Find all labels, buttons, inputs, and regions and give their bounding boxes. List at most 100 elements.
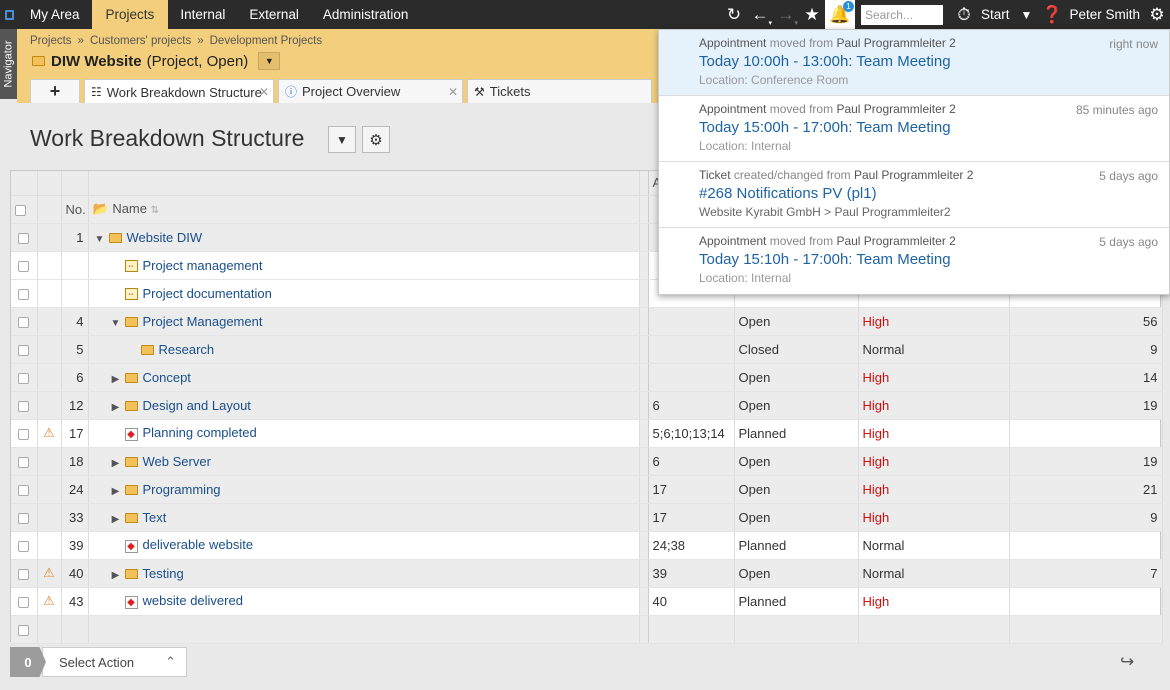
- row-checkbox[interactable]: [18, 428, 30, 440]
- collapse-triangle-icon[interactable]: ▼: [93, 234, 107, 245]
- column-header-name[interactable]: 📂 Name ⇅: [88, 195, 640, 224]
- row-number: 40: [61, 559, 89, 588]
- breadcrumb-customers-projects[interactable]: Customers' projects: [90, 35, 191, 47]
- column-header-no[interactable]: No.: [61, 195, 89, 224]
- row-name-link[interactable]: Text: [143, 510, 167, 525]
- tab-tickets[interactable]: ⚒ Tickets: [467, 79, 652, 103]
- table-row[interactable]: 18 ▶ Web Server 6 Open High 19: [11, 447, 1163, 476]
- warning-icon: ⚠: [43, 425, 55, 440]
- row-name-link[interactable]: Concept: [143, 370, 191, 385]
- search-input[interactable]: [860, 4, 943, 25]
- stopwatch-icon[interactable]: ⏱: [951, 0, 977, 29]
- export-icon[interactable]: ↪: [1120, 652, 1140, 672]
- row-checkbox[interactable]: [18, 512, 30, 524]
- back-arrow-icon[interactable]: ← ▾: [747, 0, 773, 29]
- row-checkbox[interactable]: [18, 400, 30, 412]
- table-row[interactable]: ⚠ 17 ◆ Planning completed 5;6;10;13;14 Planne…: [11, 419, 1163, 448]
- navigator-toggle[interactable]: Navigator: [0, 29, 17, 99]
- help-icon[interactable]: ❓: [1039, 0, 1065, 29]
- row-name-link[interactable]: Programming: [143, 482, 221, 497]
- refresh-icon[interactable]: ↻: [721, 0, 747, 29]
- app-menu-icon[interactable]: [0, 0, 18, 29]
- notification-type: Appointment: [699, 234, 767, 248]
- expand-triangle-icon[interactable]: ▶: [109, 402, 123, 413]
- row-name-link[interactable]: Project Management: [143, 314, 263, 329]
- notification-title-link[interactable]: #268 Notifications PV (pl1): [699, 185, 1158, 202]
- select-all-checkbox[interactable]: [15, 204, 26, 216]
- expand-triangle-icon[interactable]: ▶: [109, 514, 123, 525]
- notification-action: moved from: [769, 36, 834, 50]
- table-row[interactable]: 24 ▶ Programming 17 Open High 21: [11, 475, 1163, 504]
- notification-title-link[interactable]: Today 15:00h - 17:00h: Team Meeting: [699, 119, 1158, 136]
- table-row[interactable]: 33 ▶ Text 17 Open High 9: [11, 503, 1163, 532]
- row-name-link[interactable]: Web Server: [143, 454, 211, 469]
- settings-gear-icon[interactable]: ⚙: [1144, 0, 1170, 29]
- row-checkbox[interactable]: [18, 372, 30, 384]
- row-checkbox[interactable]: [18, 344, 30, 356]
- expand-triangle-icon[interactable]: ▶: [109, 486, 123, 497]
- tab-work-breakdown-structure[interactable]: ☷ Work Breakdown Structure ✕: [84, 79, 274, 104]
- row-name-link[interactable]: Planning completed: [143, 425, 257, 440]
- table-row[interactable]: 12 ▶ Design and Layout 6 Open High 19: [11, 391, 1163, 420]
- table-row[interactable]: ⚠ 43 ◆ website delivered 40 Planned High: [11, 587, 1163, 616]
- folder-icon: [32, 56, 45, 66]
- row-name-link[interactable]: Testing: [143, 566, 184, 581]
- breadcrumb-projects[interactable]: Projects: [30, 35, 72, 47]
- notification-title-link[interactable]: Today 10:00h - 13:00h: Team Meeting: [699, 53, 1158, 70]
- project-dropdown-button[interactable]: ▼: [258, 52, 281, 70]
- favorites-star-icon[interactable]: ★: [799, 0, 825, 29]
- view-dropdown-button[interactable]: ▼: [328, 126, 356, 153]
- notification-item[interactable]: Appointment moved from Paul Programmleit…: [659, 96, 1169, 162]
- notification-title-link[interactable]: Today 15:10h - 17:00h: Team Meeting: [699, 251, 1158, 268]
- row-name-link[interactable]: Research: [159, 342, 215, 357]
- row-checkbox[interactable]: [18, 316, 30, 328]
- notification-item[interactable]: Appointment moved from Paul Programmleit…: [659, 228, 1169, 294]
- start-button[interactable]: Start: [977, 7, 1014, 22]
- table-row[interactable]: 5 Research Closed Normal 9: [11, 335, 1163, 364]
- row-checkbox[interactable]: [18, 260, 30, 272]
- row-name-link[interactable]: Project management: [143, 258, 263, 273]
- row-name-link[interactable]: Website DIW: [127, 230, 203, 245]
- view-settings-gear-icon[interactable]: ⚙: [362, 126, 390, 153]
- nav-internal[interactable]: Internal: [168, 0, 237, 29]
- row-name-link[interactable]: Project documentation: [143, 286, 272, 301]
- tab-project-overview[interactable]: ⓘ Project Overview ✕: [278, 79, 463, 103]
- table-row[interactable]: 6 ▶ Concept Open High 14: [11, 363, 1163, 392]
- close-icon[interactable]: ✕: [448, 85, 458, 99]
- expand-triangle-icon[interactable]: ▶: [109, 374, 123, 385]
- row-priority: High: [858, 307, 1010, 336]
- row-checkbox[interactable]: [18, 540, 30, 552]
- select-action-dropdown[interactable]: Select Action ⌃: [42, 647, 187, 677]
- notification-item[interactable]: Ticket created/changed from Paul Program…: [659, 162, 1169, 228]
- breadcrumb-development-projects[interactable]: Development Projects: [210, 35, 323, 47]
- nav-external[interactable]: External: [237, 0, 311, 29]
- nav-projects[interactable]: Projects: [91, 0, 169, 29]
- row-name-link[interactable]: Design and Layout: [143, 398, 251, 413]
- forward-arrow-icon[interactable]: → ▾: [773, 0, 799, 29]
- table-row[interactable]: 4 ▼ Project Management Open High 56: [11, 307, 1163, 336]
- row-checkbox[interactable]: [18, 568, 30, 580]
- row-name-link[interactable]: deliverable website: [143, 537, 254, 552]
- row-checkbox[interactable]: [18, 624, 30, 636]
- table-row[interactable]: 39 ◆ deliverable website 24;38 Planned Normal: [11, 531, 1163, 560]
- notification-item[interactable]: Appointment moved from Paul Programmleit…: [659, 30, 1169, 96]
- start-dropdown-icon[interactable]: ▼: [1013, 0, 1039, 29]
- table-row[interactable]: ⚠ 40 ▶ Testing 39 Open Normal 7: [11, 559, 1163, 588]
- row-checkbox[interactable]: [18, 232, 30, 244]
- collapse-triangle-icon[interactable]: ▼: [109, 318, 123, 329]
- row-checkbox[interactable]: [18, 288, 30, 300]
- expand-triangle-icon[interactable]: ▶: [109, 458, 123, 469]
- close-icon[interactable]: ✕: [259, 85, 269, 99]
- add-tab-button[interactable]: +: [30, 79, 80, 103]
- expand-triangle-icon[interactable]: ▶: [109, 570, 123, 581]
- row-checkbox[interactable]: [18, 456, 30, 468]
- nav-administration[interactable]: Administration: [311, 0, 421, 29]
- notification-subtitle: Location: Internal: [699, 139, 792, 153]
- notifications-bell-icon[interactable]: 🔔 1: [824, 0, 855, 29]
- row-checkbox[interactable]: [18, 596, 30, 608]
- nav-my-area[interactable]: My Area: [18, 0, 92, 29]
- row-checkbox[interactable]: [18, 484, 30, 496]
- user-menu[interactable]: Peter Smith: [1065, 7, 1144, 22]
- row-dependencies: [648, 363, 735, 392]
- row-name-link[interactable]: website delivered: [143, 593, 243, 608]
